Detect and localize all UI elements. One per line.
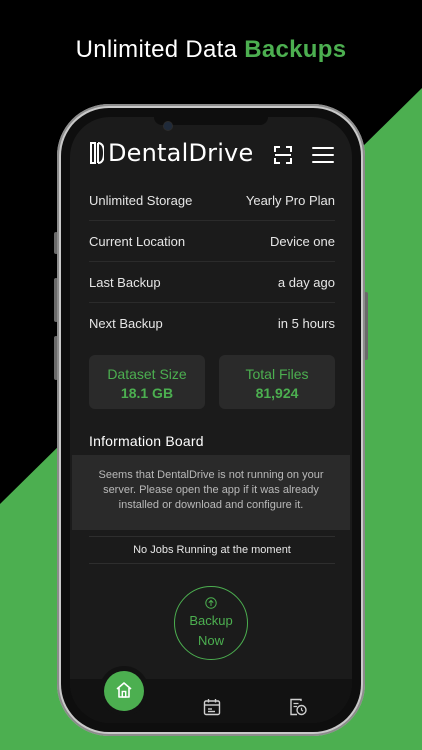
menu-line-bottom [312, 161, 334, 163]
app-name: DentalDrive [108, 139, 254, 167]
info-row-location: Current Location Device one [89, 221, 335, 262]
history-icon[interactable] [289, 698, 307, 716]
front-camera [164, 122, 172, 130]
phone-screen: DentalDrive Unlimited Storage Yearly Pro… [70, 117, 352, 723]
calendar-icon[interactable] [203, 698, 221, 716]
dataset-size-card: Dataset Size 18.1 GB [89, 355, 205, 409]
total-files-label: Total Files [245, 366, 309, 382]
headline-text: Unlimited Data [75, 36, 245, 63]
app-logo: DentalDrive [90, 139, 253, 167]
information-board-title: Information Board [89, 433, 204, 449]
storage-label: Unlimited Storage [89, 192, 193, 208]
information-board-message: Seems that DentalDrive is not running on… [72, 455, 350, 530]
location-label: Current Location [89, 233, 186, 249]
dataset-size-label: Dataset Size [107, 366, 187, 382]
next-backup-label: Next Backup [89, 316, 163, 331]
scan-icon[interactable] [274, 146, 292, 164]
menu-icon[interactable] [312, 147, 334, 163]
info-row-next-backup: Next Backup in 5 hours [89, 303, 335, 344]
menu-line-top [312, 147, 334, 149]
headline-accent: Backups [244, 36, 347, 63]
upload-icon [205, 597, 217, 609]
dataset-size-value: 18.1 GB [120, 385, 174, 401]
jobs-status: No Jobs Running at the moment [89, 536, 335, 564]
last-backup-value: a day ago [277, 274, 335, 290]
menu-line-middle [312, 154, 334, 156]
storage-value: Yearly Pro Plan [245, 192, 335, 208]
info-row-last-backup: Last Backup a day ago [89, 262, 335, 303]
info-list: Unlimited Storage Yearly Pro Plan Curren… [89, 180, 335, 344]
next-backup-value: in 5 hours [277, 316, 335, 331]
last-backup-label: Last Backup [89, 274, 161, 290]
total-files-card: Total Files 81,924 [219, 355, 335, 409]
total-files-value: 81,924 [255, 385, 299, 401]
location-value: Device one [269, 233, 335, 249]
info-row-storage: Unlimited Storage Yearly Pro Plan [89, 180, 335, 221]
page-headline: Unlimited Data Backups [0, 36, 422, 64]
nav-home-button[interactable] [104, 671, 144, 711]
backup-now-button[interactable]: Backup Now [174, 586, 248, 660]
logo-mark-icon [90, 142, 104, 164]
home-icon [116, 682, 132, 698]
backup-now-label: Backup Now [189, 613, 233, 648]
